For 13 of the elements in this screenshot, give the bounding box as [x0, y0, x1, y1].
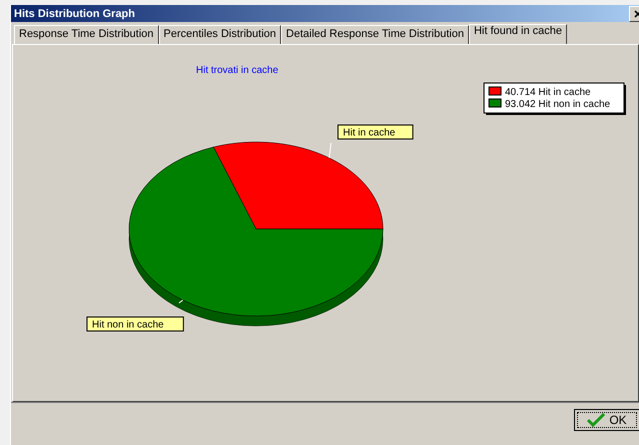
slice-label: Hit non in cache: [92, 320, 164, 330]
window-title: Hits Distribution Graph: [14, 8, 135, 20]
slice-label: Hit non in cache: [86, 316, 184, 332]
slice-label: Hit in cache: [338, 124, 414, 140]
slice-label: Hit in cache: [343, 128, 396, 138]
leader-line: [328, 142, 332, 158]
legend-label: 40.714 Hit in cache: [505, 87, 591, 98]
ok-button[interactable]: OK: [574, 409, 639, 431]
leader-line: [178, 300, 184, 304]
tab[interactable]: Hit found in cache: [468, 24, 567, 44]
legend-label: 93.042 Hit non in cache: [505, 99, 610, 110]
checkmark-icon: [587, 413, 606, 427]
chart-title: Hit trovati in cache: [196, 65, 278, 76]
